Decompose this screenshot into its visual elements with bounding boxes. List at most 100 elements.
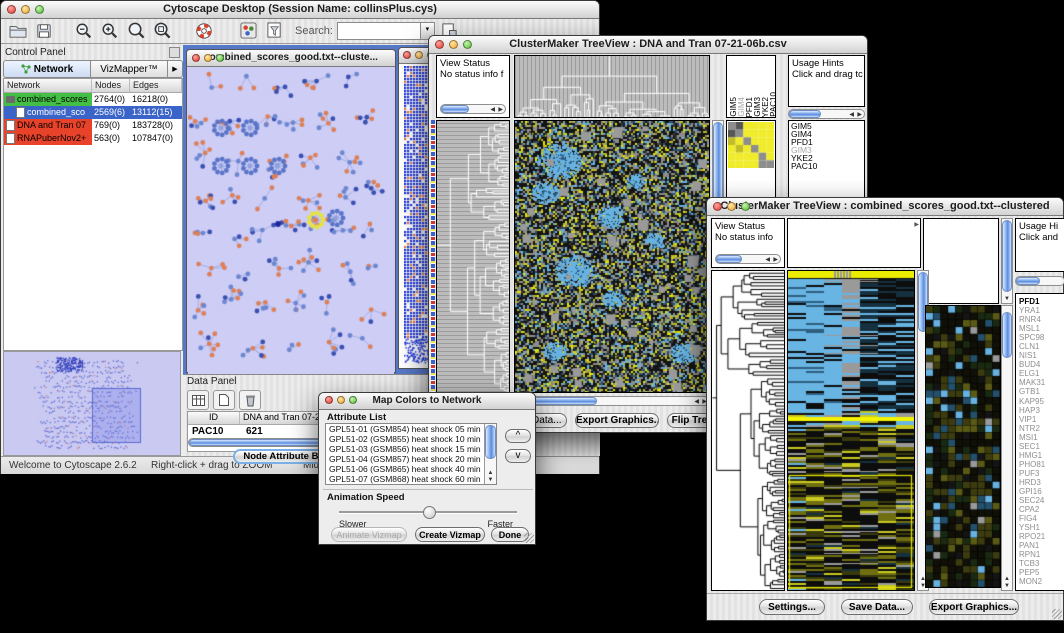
zoom-fit-button[interactable] (125, 21, 147, 41)
network-overview-panel[interactable] (3, 351, 181, 456)
close-button[interactable] (713, 202, 722, 211)
close-button[interactable] (7, 5, 16, 14)
network-row[interactable]: combined_sco2569(6)13112(15) (4, 106, 182, 119)
gene-label[interactable]: SEC1 (1019, 442, 1064, 451)
row-label[interactable]: PAC10 (791, 162, 864, 170)
usage-hints-hscrollbar[interactable] (1015, 276, 1064, 286)
gene-label[interactable]: YRA1 (1019, 306, 1064, 315)
zoom-in-button[interactable] (99, 21, 121, 41)
detail-heatmap-panel[interactable] (925, 305, 1001, 588)
column-header[interactable]: Nodes (92, 79, 130, 92)
vizmapper-icon-button[interactable] (237, 21, 259, 41)
help-lifering-icon[interactable] (193, 21, 215, 41)
heatmap-panel[interactable] (787, 270, 915, 591)
gene-label[interactable]: HAP3 (1019, 406, 1064, 415)
zoom-window-button[interactable] (35, 5, 44, 14)
column-header-id[interactable]: ID (188, 412, 240, 424)
animation-speed-slider[interactable] (339, 505, 517, 519)
gene-label[interactable]: KAP95 (1019, 397, 1064, 406)
move-down-button[interactable]: v (505, 449, 531, 463)
network-row[interactable]: combined_scores2764(0)16218(0) (4, 93, 182, 106)
minimize-button[interactable] (204, 54, 212, 62)
animate-vizmap-button[interactable]: Animate Vizmap (331, 527, 407, 542)
column-label[interactable]: GIM4 (737, 97, 745, 117)
gene-label[interactable]: SEC24 (1019, 496, 1064, 505)
gene-label[interactable]: HRD3 (1019, 478, 1064, 487)
slider-thumb[interactable] (423, 506, 436, 519)
column-label[interactable]: YKE2 (761, 97, 769, 117)
settings-button[interactable]: Settings... (759, 599, 825, 615)
zoom-out-button[interactable] (73, 21, 95, 41)
column-label[interactable]: GIM5 (729, 97, 737, 117)
delete-attribute-button[interactable] (239, 390, 261, 410)
create-vizmap-button[interactable]: Create Vizmap (415, 527, 485, 542)
minimize-button[interactable] (337, 396, 345, 404)
gene-label[interactable]: GPI16 (1019, 487, 1064, 496)
network-table-header[interactable]: NetworkNodesEdges (4, 79, 182, 93)
gene-label[interactable]: PUF3 (1019, 469, 1064, 478)
search-combobox[interactable]: ▾ (337, 22, 435, 40)
column-labels-vscrollbar[interactable]: ▼ (1001, 218, 1013, 304)
gene-label[interactable]: NTR2 (1019, 424, 1064, 433)
zoom-selected-button[interactable] (151, 21, 173, 41)
gene-label[interactable]: PFD1 (1019, 297, 1064, 306)
gene-label[interactable]: RPO21 (1019, 532, 1064, 541)
gene-label[interactable]: FIG4 (1019, 514, 1064, 523)
attribute-listbox[interactable]: GPL51-01 (GSM854) heat shock 05 minGPL51… (325, 423, 497, 485)
gene-list-vscrollbar[interactable]: ▲▼ (1001, 305, 1013, 591)
gene-label[interactable]: MSI1 (1019, 433, 1064, 442)
gene-label[interactable]: RPN1 (1019, 550, 1064, 559)
select-attributes-button[interactable] (187, 390, 209, 410)
dense-network-canvas[interactable] (404, 66, 430, 366)
treeview1-titlebar[interactable]: ClusterMaker TreeView : DNA and Tran 07-… (429, 36, 867, 54)
create-attribute-button[interactable] (213, 390, 235, 410)
minimize-button[interactable] (415, 51, 423, 59)
tab-network[interactable]: Network (3, 60, 91, 78)
usage-hints-hscrollbar[interactable]: ◀▶ (788, 109, 865, 119)
save-data-button[interactable]: Save Data... (841, 599, 913, 615)
gene-label[interactable]: ELG1 (1019, 369, 1064, 378)
resize-grip[interactable] (1052, 609, 1062, 619)
minimize-button[interactable] (449, 40, 458, 49)
row-dendrogram[interactable] (711, 270, 785, 591)
gene-label[interactable]: SPC98 (1019, 333, 1064, 342)
gene-label[interactable]: HMG1 (1019, 451, 1064, 460)
gene-label[interactable]: PHO81 (1019, 460, 1064, 469)
gene-label[interactable]: PAN1 (1019, 541, 1064, 550)
network-row[interactable]: DNA and Tran 07769(0)183728(0) (4, 119, 182, 132)
zoom-window-button[interactable] (463, 40, 472, 49)
move-up-button[interactable]: ^ (505, 429, 531, 443)
gene-label[interactable]: CPA2 (1019, 505, 1064, 514)
close-button[interactable] (325, 396, 333, 404)
gene-label[interactable]: CLN1 (1019, 342, 1064, 351)
open-file-button[interactable] (7, 21, 29, 41)
dialog-titlebar[interactable]: Map Colors to Network (319, 393, 535, 410)
gene-label[interactable]: TCB3 (1019, 559, 1064, 568)
tab-overflow-button[interactable]: ▶ (168, 60, 183, 78)
network-overview-canvas[interactable] (4, 352, 180, 455)
column-label[interactable]: PAC10 (769, 92, 777, 117)
column-dendrogram[interactable] (514, 55, 710, 118)
column-tree-area[interactable]: ▶ (787, 218, 921, 268)
attribute-list-item[interactable]: GPL51-07 (GSM868) heat shock 60 min (329, 475, 496, 485)
zoom-window-button[interactable] (349, 396, 357, 404)
gene-label[interactable]: VIP1 (1019, 415, 1064, 424)
minimize-button[interactable] (727, 202, 736, 211)
column-header[interactable]: Edges (130, 79, 182, 92)
close-button[interactable] (192, 54, 200, 62)
export-graphics-button[interactable]: Export Graphics... (575, 413, 659, 428)
zoom-window-button[interactable] (216, 54, 224, 62)
close-button[interactable] (403, 51, 411, 59)
gene-label[interactable]: PEP5 (1019, 568, 1064, 577)
tab-vizmapper[interactable]: VizMapper™ (91, 60, 168, 78)
view-status-hscrollbar[interactable]: ◀▶ (440, 104, 506, 114)
heatmap-hscrollbar[interactable]: ◀▶ (514, 396, 710, 406)
network-row[interactable]: RNAPuberNov2+563(0)107847(0) (4, 132, 182, 145)
gene-label[interactable]: MON2 (1019, 577, 1064, 586)
column-label[interactable]: PFD1 (745, 97, 753, 117)
heatmap-panel[interactable] (514, 120, 710, 393)
gene-label[interactable]: MSL1 (1019, 324, 1064, 333)
attribute-list-vscrollbar[interactable]: ▲▼ (484, 424, 496, 484)
zoom-window-button[interactable] (741, 202, 750, 211)
cytoscape-titlebar[interactable]: Cytoscape Desktop (Session Name: collins… (1, 1, 599, 19)
